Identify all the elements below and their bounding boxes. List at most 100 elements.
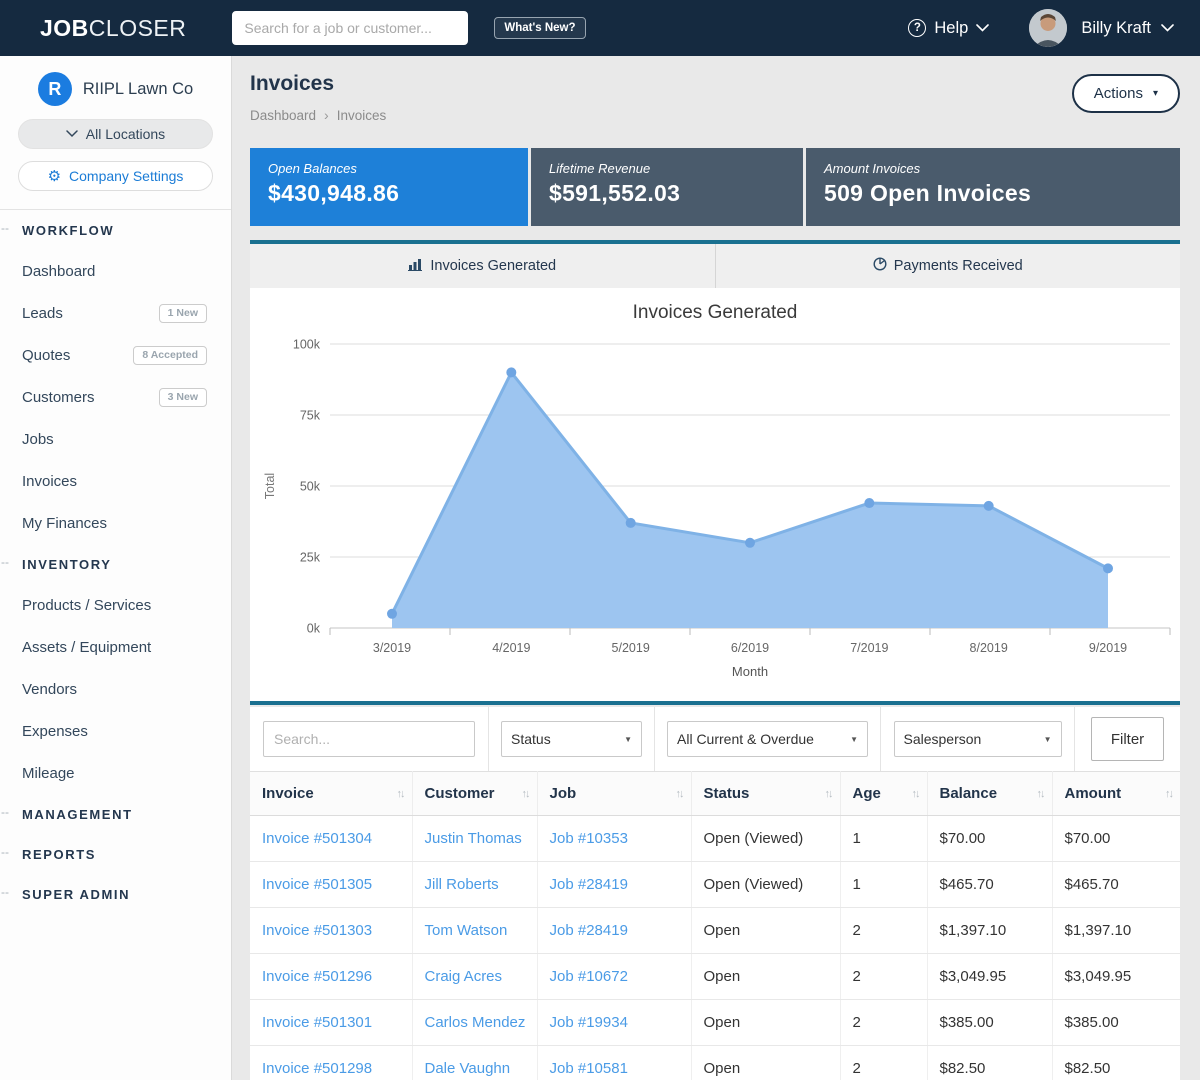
chevron-down-icon [976, 24, 989, 32]
all-locations-dropdown[interactable]: All Locations [18, 119, 213, 149]
sidebar-section-management[interactable]: MANAGEMENT [0, 794, 231, 834]
sidebar-item-customers[interactable]: Customers3 New [0, 376, 231, 418]
column-header-job[interactable]: Job↑↓ [537, 772, 691, 816]
sidebar-item-badge: 3 New [159, 388, 207, 407]
sidebar-item-badge: 8 Accepted [133, 346, 207, 365]
company-name: RIIPL Lawn Co [83, 80, 193, 99]
invoice-cell[interactable]: Invoice #501298 [250, 1046, 412, 1080]
age-cell: 1 [840, 816, 927, 862]
sidebar-section-super-admin[interactable]: SUPER ADMIN [0, 874, 231, 914]
user-menu[interactable]: Billy Kraft [1081, 19, 1174, 38]
sidebar-item-assets-equipment[interactable]: Assets / Equipment [0, 626, 231, 668]
column-header-age[interactable]: Age ↑↓ [840, 772, 927, 816]
gear-icon: ⚙ [48, 169, 61, 184]
topbar: JOBCLOSER What's New? ? Help Billy Kraft [0, 0, 1200, 56]
customer-cell[interactable]: Craig Acres [412, 954, 537, 1000]
filter-search-group [250, 707, 488, 771]
job-cell[interactable]: Job #19934 [537, 1000, 691, 1046]
stat-label: Amount Invoices [824, 161, 1162, 176]
sidebar-item-quotes[interactable]: Quotes 8 Accepted [0, 334, 231, 376]
column-header-amount[interactable]: Amount↑↓ [1052, 772, 1180, 816]
sort-icon[interactable]: ↑↓ [825, 788, 832, 800]
balance-cell: $465.70 [927, 862, 1052, 908]
sidebar-section-workflow[interactable]: WORKFLOW [0, 210, 231, 250]
invoice-cell[interactable]: Invoice #501296 [250, 954, 412, 1000]
sidebar-item-expenses[interactable]: Expenses [0, 710, 231, 752]
company-header[interactable]: R RIIPL Lawn Co [0, 72, 231, 106]
sort-icon[interactable]: ↑↓ [1037, 788, 1044, 800]
age-cell: 2 [840, 908, 927, 954]
select-caret-icon: ▼ [1044, 735, 1052, 744]
global-search-input[interactable] [232, 11, 468, 45]
status-select[interactable]: Status ▼ [501, 721, 642, 757]
table-row: Invoice #501298Dale VaughnJob #10581Open… [250, 1046, 1180, 1080]
sidebar-section-inventory[interactable]: INVENTORY [0, 544, 231, 584]
invoice-cell[interactable]: Invoice #501305 [250, 862, 412, 908]
job-cell[interactable]: Job #10353 [537, 816, 691, 862]
company-logo: R [38, 72, 72, 106]
column-header-customer[interactable]: Customer↑↓ [412, 772, 537, 816]
job-cell[interactable]: Job #28419 [537, 908, 691, 954]
sidebar-item-products-services[interactable]: Products / Services [0, 584, 231, 626]
sidebar-item-leads[interactable]: Leads1 New [0, 292, 231, 334]
help-menu[interactable]: ? Help [908, 19, 989, 38]
column-header-status[interactable]: Status↑↓ [691, 772, 840, 816]
sidebar-item-invoices[interactable]: Invoices [0, 460, 231, 502]
column-header-balance[interactable]: Balance↑↓ [927, 772, 1052, 816]
invoices-table-head: Invoice↑↓Customer↑↓Job↑↓Status↑↓Age↑↓Bal… [250, 772, 1180, 816]
filter-button[interactable]: Filter [1091, 717, 1164, 761]
user-avatar[interactable] [1029, 9, 1067, 47]
sidebar-item-label: Quotes [22, 347, 70, 364]
svg-text:0k: 0k [307, 622, 321, 636]
table-row: Invoice #501303Tom WatsonJob #28419Open2… [250, 908, 1180, 954]
sidebar-item-dashboard[interactable]: Dashboard [0, 250, 231, 292]
job-cell[interactable]: Job #28419 [537, 862, 691, 908]
breadcrumb-dashboard[interactable]: Dashboard [250, 108, 316, 123]
sort-icon[interactable]: ↑↓ [1165, 788, 1172, 800]
filter-button-group: Filter [1074, 707, 1180, 771]
all-locations-label: All Locations [86, 126, 165, 142]
sidebar-item-mileage[interactable]: Mileage [0, 752, 231, 794]
job-cell[interactable]: Job #10581 [537, 1046, 691, 1080]
column-header-label: Age [853, 785, 881, 802]
column-header-invoice[interactable]: Invoice↑↓ [250, 772, 412, 816]
balance-cell: $3,049.95 [927, 954, 1052, 1000]
sidebar-item-jobs[interactable]: Jobs [0, 418, 231, 460]
customer-cell[interactable]: Carlos Mendez [412, 1000, 537, 1046]
stat-value: $591,552.03 [549, 180, 785, 207]
sort-icon[interactable]: ↑↓ [522, 788, 529, 800]
customer-cell[interactable]: Tom Watson [412, 908, 537, 954]
tab-invoices-generated[interactable]: Invoices Generated [250, 244, 716, 288]
breadcrumb-separator: › [324, 107, 329, 123]
invoice-cell[interactable]: Invoice #501301 [250, 1000, 412, 1046]
actions-button[interactable]: Actions ▾ [1072, 74, 1180, 113]
svg-text:25k: 25k [300, 551, 321, 565]
salesperson-select[interactable]: Salesperson ▼ [894, 721, 1062, 757]
svg-text:100k: 100k [293, 338, 321, 352]
invoices-table-card: Status ▼ All Current & Overdue ▼ Salespe… [250, 707, 1180, 1080]
table-search-input[interactable] [263, 721, 475, 757]
tab-payments-received[interactable]: Payments Received [716, 244, 1181, 288]
sort-icon[interactable]: ↑↓ [397, 788, 404, 800]
sort-icon[interactable]: ↑↓ [912, 788, 919, 800]
current-overdue-select[interactable]: All Current & Overdue ▼ [667, 721, 868, 757]
invoice-cell[interactable]: Invoice #501304 [250, 816, 412, 862]
company-settings-button[interactable]: ⚙ Company Settings [18, 161, 213, 191]
customer-cell[interactable]: Justin Thomas [412, 816, 537, 862]
job-cell[interactable]: Job #10672 [537, 954, 691, 1000]
customer-cell[interactable]: Dale Vaughn [412, 1046, 537, 1080]
topbar-right: ? Help Billy Kraft [908, 9, 1174, 47]
customer-cell[interactable]: Jill Roberts [412, 862, 537, 908]
age-cell: 2 [840, 954, 927, 1000]
help-label: Help [934, 19, 968, 38]
status-cell: Open [691, 908, 840, 954]
stat-label: Open Balances [268, 161, 510, 176]
app-logo[interactable]: JOBCLOSER [40, 15, 186, 42]
sidebar-section-reports[interactable]: REPORTS [0, 834, 231, 874]
sidebar-item-my-finances[interactable]: My Finances [0, 502, 231, 544]
invoice-cell[interactable]: Invoice #501303 [250, 908, 412, 954]
sort-icon[interactable]: ↑↓ [676, 788, 683, 800]
sidebar-item-vendors[interactable]: Vendors [0, 668, 231, 710]
svg-text:Total: Total [263, 473, 277, 499]
whats-new-button[interactable]: What's New? [494, 17, 585, 39]
